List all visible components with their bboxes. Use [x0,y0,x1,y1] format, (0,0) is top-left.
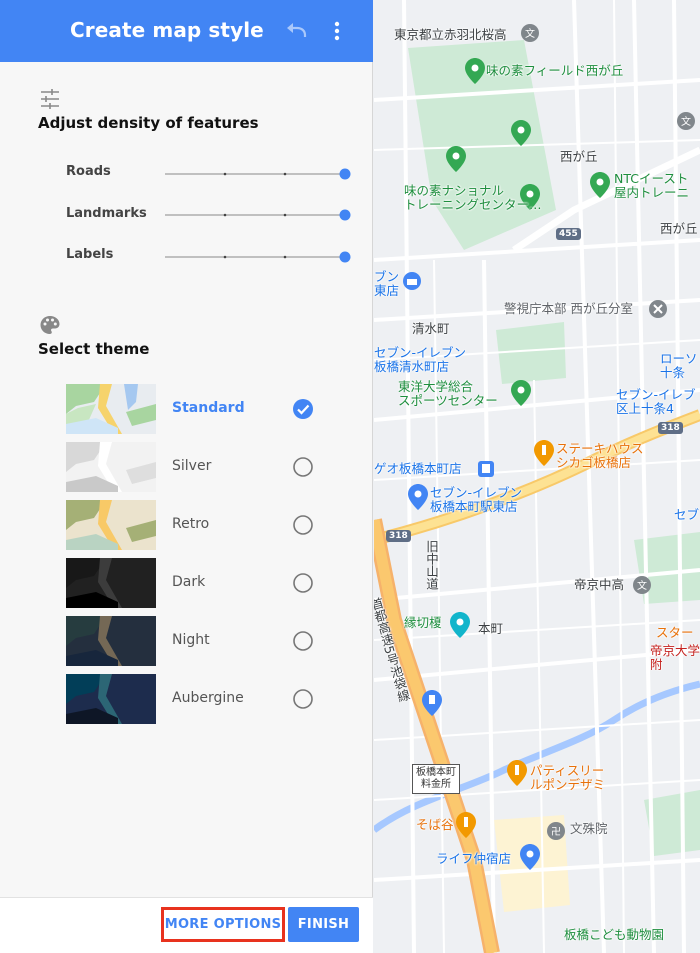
theme-thumbnail-aubergine [66,674,156,724]
train-icon [478,461,494,477]
map-label: ライフ仲宿店 [436,851,512,866]
map-label: ローソ 十条 [660,351,698,380]
shop-pin-icon [520,844,540,870]
theme-thumbnail-dark [66,558,156,608]
map-label: 西が丘 [660,221,698,236]
school-icon: 文 [521,24,539,42]
map-label: 文殊院 [570,821,608,836]
theme-name-aubergine: Aubergine [172,690,244,706]
park-pin-icon [446,146,466,172]
map-label: 警視庁本部 西が丘分室 [504,301,633,316]
map-canvas[interactable]: 文 文 文 卍 455 318 318 板橋本町 料金所 東京都立赤羽北桜高 味… [374,0,700,953]
landmarks-density-slider[interactable] [165,208,351,222]
selected-check-icon[interactable] [292,398,314,420]
radio-unselected-icon[interactable] [292,456,314,478]
theme-thumbnail-retro [66,500,156,550]
route-shield: 455 [556,228,581,240]
panel-title: Create map style [70,18,264,42]
map-label: NTCイースト 屋内トレーニ [614,171,690,200]
radio-unselected-icon[interactable] [292,630,314,652]
map-label: 東洋大学総合 スポーツセンター [398,379,498,408]
svg-text:文: 文 [637,579,647,592]
map-label: 味の素フィールド西が丘 [486,63,624,78]
theme-name-dark: Dark [172,574,206,590]
density-title: Adjust density of features [38,114,259,132]
map-label: 西が丘 [560,149,598,164]
roads-density-slider[interactable] [165,167,351,181]
map-label: 旧中山道 [424,540,439,590]
map-label: 味の素ナショナル トレーニングセンター… [404,183,542,212]
map-label: ステーキハウス シカゴ板橋店 [556,441,644,470]
map-label: 東京都立赤羽北桜高 [394,27,507,42]
theme-option-aubergine[interactable]: Aubergine [66,674,356,724]
map-label: セブン-イレブン 板橋清水町店 [374,345,467,374]
radio-unselected-icon[interactable] [292,572,314,594]
park-pin-icon [590,172,610,198]
map-label: セブン-イレブン 板橋本町駅東店 [430,485,523,514]
map-label: パティスリー ルポンデザミ [530,763,606,792]
more-vert-icon[interactable] [326,18,348,44]
map-label: ゲオ板橋本町店 [374,461,462,476]
more-options-button[interactable]: MORE OPTIONS [161,907,285,942]
slider-label-labels: Labels [66,247,114,262]
tune-icon [41,89,59,109]
route-shield: 318 [386,530,411,542]
park-pin-icon [511,120,531,146]
theme-option-silver[interactable]: Silver [66,442,356,492]
police-icon [649,300,667,318]
theme-name-standard: Standard [172,400,245,416]
theme-option-dark[interactable]: Dark [66,558,356,608]
theme-name-night: Night [172,632,210,648]
slider-label-landmarks: Landmarks [66,206,147,221]
map-label: 本町 [478,621,504,636]
svg-text:卍: 卍 [551,826,561,838]
park-pin-icon [465,58,485,84]
theme-name-silver: Silver [172,458,212,474]
radio-unselected-icon[interactable] [292,688,314,710]
map-label: そば谷 [416,817,454,832]
map-label: ブン 東店 [374,269,400,298]
labels-density-slider[interactable] [165,250,351,264]
theme-thumbnail-night [66,616,156,666]
shrine-pin-icon [450,612,470,638]
finish-button[interactable]: FINISH [288,907,359,942]
restaurant-pin-icon [507,760,527,786]
svg-text:文: 文 [525,27,535,40]
bank-icon [403,272,421,290]
theme-name-retro: Retro [172,516,210,532]
theme-thumbnail-standard [66,384,156,434]
route-shield: 318 [658,422,683,434]
gas-pin-icon [422,690,442,716]
svg-text:文: 文 [681,115,691,128]
school-icon: 文 [677,112,695,130]
temple-icon: 卍 [547,822,565,840]
map-label: 清水町 [412,321,450,336]
radio-unselected-icon[interactable] [292,514,314,536]
undo-icon[interactable] [284,20,310,42]
map-label: 帝京中高 [574,577,625,592]
map-label: 縁切榎 [404,615,442,630]
theme-option-standard[interactable]: Standard [66,384,356,434]
restaurant-pin-icon [456,812,476,838]
palette-icon [40,316,60,334]
style-panel: Create map style Adjust density of featu… [0,0,373,953]
theme-thumbnail-silver [66,442,156,492]
theme-title: Select theme [38,340,150,358]
theme-option-night[interactable]: Night [66,616,356,666]
toll-gate-label: 板橋本町 料金所 [412,764,460,794]
map-label: 板橋こども動物園 [564,927,665,942]
slider-label-roads: Roads [66,164,111,179]
map-label: スター [656,625,694,640]
theme-option-retro[interactable]: Retro [66,500,356,550]
restaurant-pin-icon [534,440,554,466]
map-base [374,0,700,953]
school-icon: 文 [633,576,651,594]
map-label: セブン-イレブ 区上十条4 [616,387,696,416]
shop-pin-icon [408,484,428,510]
park-pin-icon [511,380,531,406]
panel-header: Create map style [0,0,373,62]
map-label: セブ [674,507,700,522]
map-label: 帝京大学 附 [650,643,700,672]
